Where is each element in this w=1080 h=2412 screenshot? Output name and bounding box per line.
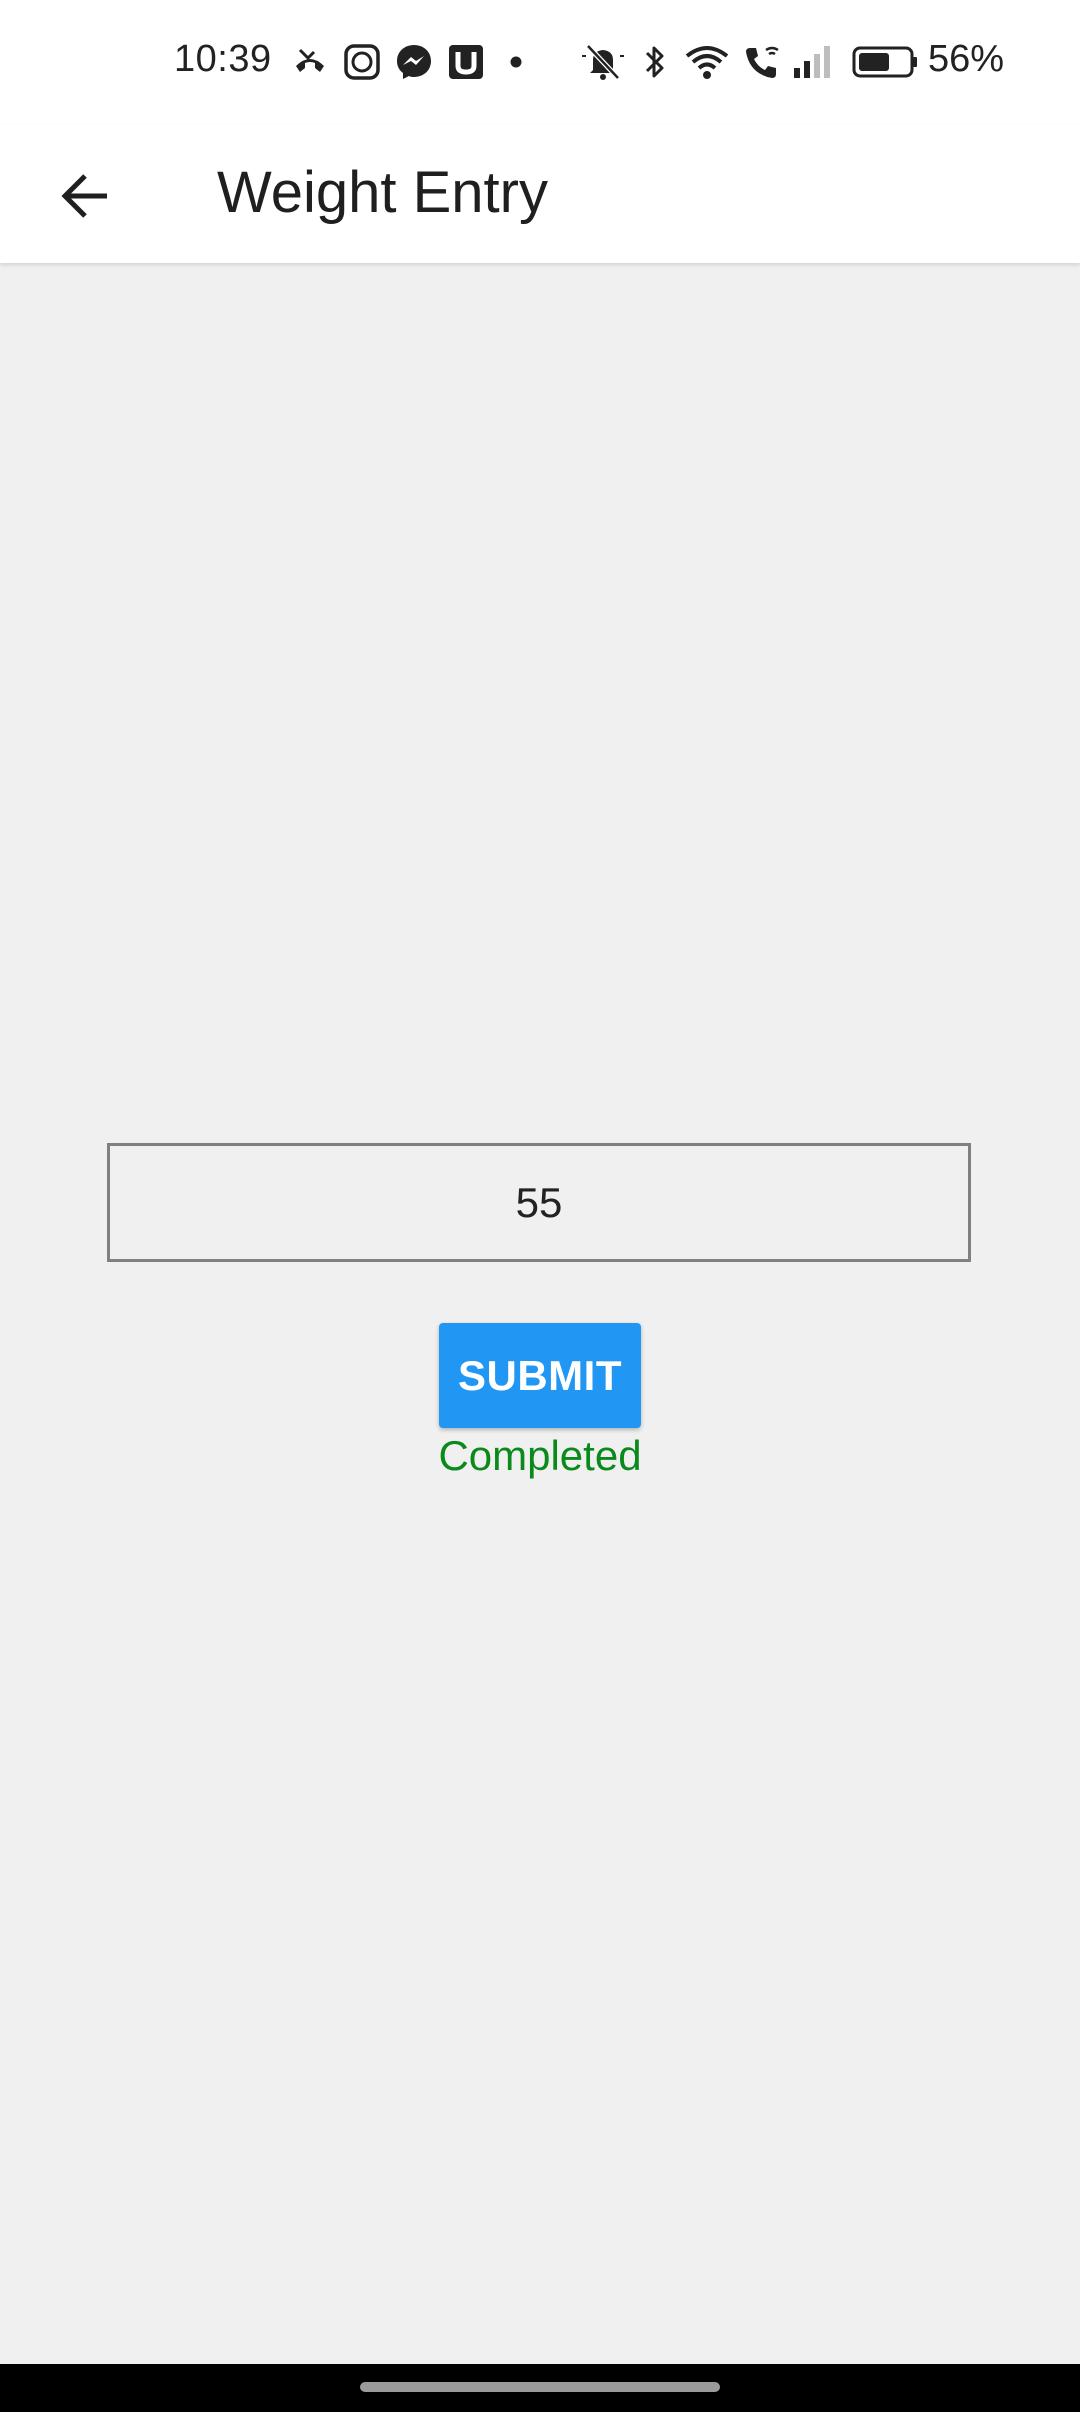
messenger-icon — [397, 45, 431, 79]
submit-button[interactable]: SUBMIT — [439, 1323, 641, 1428]
wifi-icon — [685, 46, 729, 79]
u-app-icon — [449, 45, 483, 79]
weight-input[interactable] — [107, 1143, 971, 1262]
navigation-bar — [0, 2364, 1080, 2412]
arrow-back-icon — [61, 174, 107, 218]
status-time: 10:39 — [174, 38, 272, 80]
back-button[interactable] — [40, 151, 130, 241]
battery-percentage: 56% — [928, 38, 1005, 80]
signal-icon — [794, 46, 830, 78]
page-title: Weight Entry — [217, 160, 548, 225]
home-gesture-handle[interactable] — [360, 2382, 720, 2392]
messenger-bubble-icon — [344, 44, 380, 80]
battery-icon — [852, 46, 917, 78]
status-bar: 10:39 56% — [0, 0, 1080, 125]
mute-icon — [582, 44, 624, 80]
app-bar: Weight Entry — [0, 125, 1080, 263]
wifi-calling-icon — [746, 46, 779, 78]
notification-dot-icon — [510, 56, 522, 68]
missed-call-icon — [296, 48, 324, 72]
bluetooth-icon — [645, 46, 664, 78]
status-message: Completed — [438, 1432, 642, 1479]
